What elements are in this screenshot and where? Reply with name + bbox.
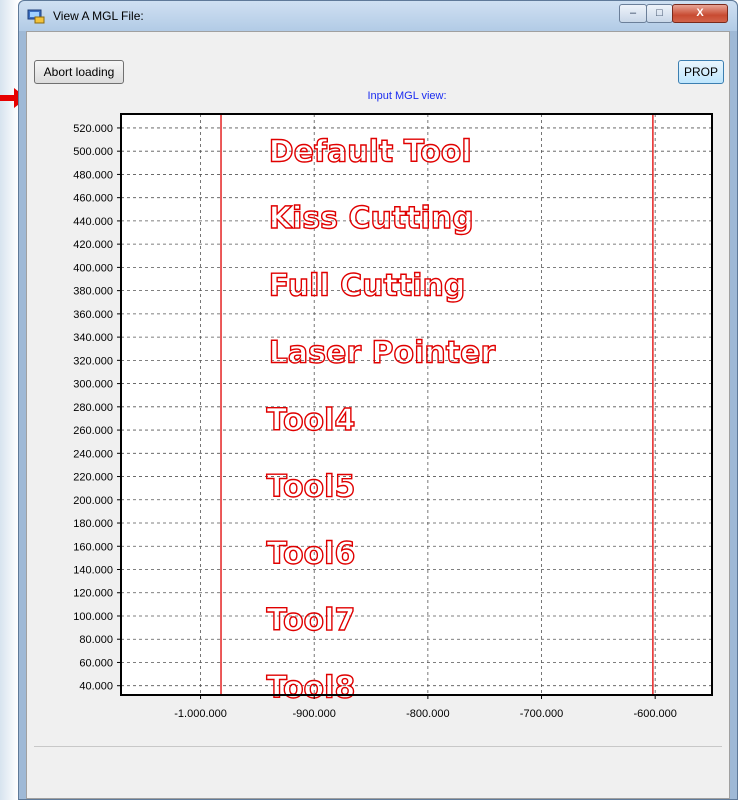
tool-label-text: Default Tool bbox=[269, 135, 472, 170]
y-tick-label: 320.000 bbox=[73, 355, 113, 367]
x-tick-label: -600.000 bbox=[633, 708, 676, 720]
tool-label-text: Laser Pointer bbox=[269, 336, 496, 371]
x-tick-label: -800.000 bbox=[406, 708, 449, 720]
mgl-plot[interactable]: Default Tool Kiss Cutting Full Cutting Lase… bbox=[27, 32, 731, 732]
y-tick-label: 400.000 bbox=[73, 262, 113, 274]
tool-label-text: Tool6 bbox=[266, 537, 355, 572]
mgl-viewer-window: View A MGL File: – □ X Abort loading PRO… bbox=[18, 0, 738, 800]
y-tick-label: 480.000 bbox=[73, 169, 113, 181]
y-tick-label: 200.000 bbox=[73, 495, 113, 507]
background-desktop-edge bbox=[0, 0, 18, 800]
y-tick-label: 240.000 bbox=[73, 448, 113, 460]
x-tick-label: -900.000 bbox=[292, 708, 335, 720]
y-tick-label: 280.000 bbox=[73, 402, 113, 414]
y-tick-label: 420.000 bbox=[73, 239, 113, 251]
tool-label-text: Kiss Cutting bbox=[269, 201, 474, 236]
app-icon bbox=[27, 9, 45, 24]
y-tick-label: 220.000 bbox=[73, 472, 113, 484]
tool-label-text: Full Cutting bbox=[269, 268, 466, 303]
y-tick-label: 360.000 bbox=[73, 309, 113, 321]
y-axis: 40.000 60.000 80.000 100.000 120.000 140.000 1… bbox=[73, 123, 121, 693]
y-tick-label: 500.000 bbox=[73, 146, 113, 158]
maximize-button[interactable]: □ bbox=[646, 4, 673, 23]
minimize-button[interactable]: – bbox=[619, 4, 647, 23]
y-tick-label: 140.000 bbox=[73, 565, 113, 577]
title-bar[interactable]: View A MGL File: – □ X bbox=[19, 1, 737, 31]
tool-label-text: Tool4 bbox=[266, 403, 355, 438]
y-tick-label: 120.000 bbox=[73, 588, 113, 600]
y-tick-label: 340.000 bbox=[73, 332, 113, 344]
y-tick-label: 100.000 bbox=[73, 611, 113, 623]
x-tick-label: -700.000 bbox=[520, 708, 563, 720]
tool-label-text: Tool7 bbox=[266, 603, 355, 638]
y-tick-label: 380.000 bbox=[73, 286, 113, 298]
y-tick-label: 440.000 bbox=[73, 216, 113, 228]
y-tick-label: 300.000 bbox=[73, 379, 113, 391]
tool-label-text: Tool8 bbox=[266, 670, 355, 705]
close-button[interactable]: X bbox=[672, 4, 728, 23]
y-tick-label: 80.000 bbox=[79, 634, 113, 646]
y-tick-label: 460.000 bbox=[73, 193, 113, 205]
y-tick-label: 520.000 bbox=[73, 123, 113, 135]
y-tick-label: 260.000 bbox=[73, 425, 113, 437]
tool-label-text: Tool5 bbox=[266, 469, 355, 504]
window-title: View A MGL File: bbox=[53, 9, 144, 23]
y-tick-label: 40.000 bbox=[79, 681, 113, 693]
x-axis: -1.000.000 -900.000 -800.000 -700.000 -600.0… bbox=[174, 695, 677, 720]
window-client-area: Abort loading PROP Input MGL view: Defau… bbox=[26, 31, 730, 799]
y-tick-label: 160.000 bbox=[73, 541, 113, 553]
y-tick-label: 180.000 bbox=[73, 518, 113, 530]
y-tick-label: 60.000 bbox=[79, 657, 113, 669]
status-divider bbox=[34, 746, 722, 747]
x-tick-label: -1.000.000 bbox=[174, 708, 227, 720]
